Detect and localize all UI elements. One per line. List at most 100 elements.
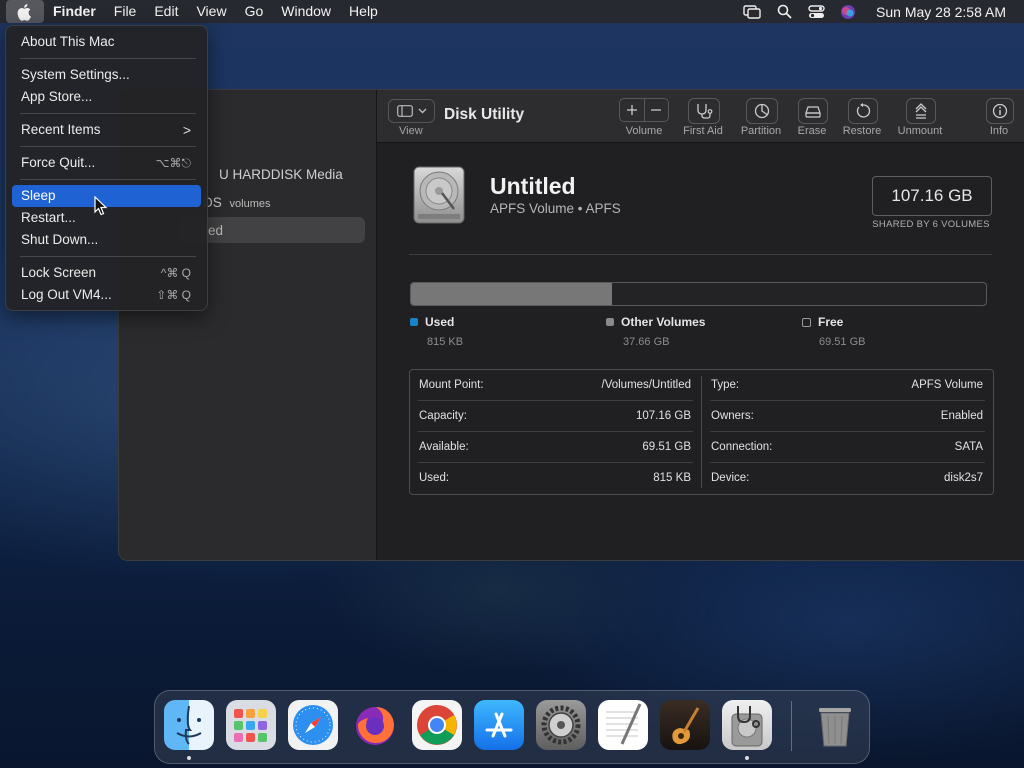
- info-row-divider: [710, 431, 985, 432]
- spotlight-search-icon[interactable]: [773, 4, 795, 20]
- menu-extras: Sun May 28 2:58 AM: [736, 0, 1024, 23]
- disk-utility-window: U HARDDISK Media DS volumes led View Dis…: [118, 89, 1024, 561]
- hard-drive-icon: [410, 165, 468, 225]
- volume-label[interactable]: Volume: [619, 125, 669, 137]
- menu-window[interactable]: Window: [272, 0, 340, 23]
- unmount-label[interactable]: Unmount: [890, 125, 950, 137]
- menu-help[interactable]: Help: [340, 0, 387, 23]
- control-center-icon[interactable]: [805, 4, 827, 20]
- menu-edit[interactable]: Edit: [145, 0, 187, 23]
- screen-mirroring-icon[interactable]: [741, 4, 763, 20]
- stethoscope-icon[interactable]: [688, 98, 720, 124]
- menu-separator: [20, 146, 196, 147]
- menu-item-label: System Settings...: [21, 67, 130, 82]
- menu-item-label: Shut Down...: [21, 232, 99, 247]
- sidebar-container-sub: volumes: [229, 198, 271, 210]
- menu-item-label: About This Mac: [21, 34, 115, 49]
- dock: [154, 690, 870, 764]
- unmount-icon[interactable]: [906, 98, 936, 124]
- info-row-divider: [418, 431, 693, 432]
- menu-item-about-this-mac[interactable]: About This Mac: [12, 31, 201, 53]
- legend-free-value: 69.51 GB: [819, 336, 866, 348]
- disk-utility-icon[interactable]: [722, 700, 772, 750]
- menu-item-shut-down[interactable]: Shut Down...: [12, 229, 201, 251]
- menu-bar: Finder File Edit View Go Window Help Sun…: [0, 0, 1024, 23]
- menu-file[interactable]: File: [105, 0, 146, 23]
- dock-separator: [791, 701, 792, 751]
- menu-item-label: App Store...: [21, 89, 93, 104]
- info-value-used: 815 KB: [653, 472, 691, 484]
- restore-arrow-icon[interactable]: [848, 98, 878, 124]
- chevron-down-icon: [418, 108, 426, 114]
- divider: [409, 254, 992, 255]
- safari-icon[interactable]: [288, 700, 338, 750]
- info-key-available: Available:: [419, 441, 469, 453]
- info-column-divider: [701, 376, 702, 488]
- info-key-capacity: Capacity:: [419, 410, 467, 422]
- info-value-owners: Enabled: [940, 410, 983, 422]
- first-aid-label[interactable]: First Aid: [675, 125, 731, 137]
- menu-item-shortcut: ⌥⌘⎋: [155, 156, 191, 170]
- menu-item-app-store[interactable]: App Store...: [12, 86, 201, 108]
- toolbar: View Disk Utility Volume First Aid Parti…: [377, 90, 1024, 143]
- launchpad-icon[interactable]: [226, 700, 276, 750]
- info-row-divider: [418, 462, 693, 463]
- menu-clock[interactable]: Sun May 28 2:58 AM: [876, 4, 1006, 20]
- partition-label[interactable]: Partition: [733, 125, 789, 137]
- info-row-divider: [710, 400, 985, 401]
- legend-used-label: Used: [425, 315, 455, 329]
- menu-item-lock-screen[interactable]: Lock Screen ^⌘ Q: [12, 262, 201, 284]
- sidebar-disk-item[interactable]: U HARDDISK Media: [219, 167, 343, 182]
- mouse-pointer-icon: [94, 195, 108, 216]
- sidebar-container-item[interactable]: DS volumes: [203, 195, 271, 210]
- legend-other-value: 37.66 GB: [623, 336, 670, 348]
- finder-icon[interactable]: [164, 700, 214, 750]
- erase-label[interactable]: Erase: [790, 125, 834, 137]
- apple-menu: About This Mac System Settings... App St…: [5, 25, 208, 311]
- info-label[interactable]: Info: [984, 125, 1014, 137]
- info-value-device: disk2s7: [944, 472, 983, 484]
- info-value-connection: SATA: [954, 441, 983, 453]
- restore-label[interactable]: Restore: [838, 125, 886, 137]
- menu-item-force-quit[interactable]: Force Quit... ⌥⌘⎋: [12, 152, 201, 174]
- menu-view[interactable]: View: [187, 0, 235, 23]
- partition-pie-icon[interactable]: [746, 98, 778, 124]
- menu-separator: [20, 58, 196, 59]
- volume-subtitle: APFS Volume • APFS: [490, 201, 621, 216]
- info-icon[interactable]: [986, 98, 1014, 124]
- menu-item-label: Lock Screen: [21, 265, 97, 280]
- info-key-owners: Owners:: [711, 410, 754, 422]
- legend-free-swatch: [802, 317, 811, 327]
- add-volume-icon[interactable]: [619, 98, 645, 122]
- menu-separator: [20, 113, 196, 114]
- menu-item-recent-items[interactable]: Recent Items >: [12, 119, 201, 141]
- info-row-divider: [710, 462, 985, 463]
- info-value-mount-point: /Volumes/Untitled: [601, 379, 692, 391]
- menu-item-shortcut: ⇧⌘ Q: [156, 288, 191, 302]
- chrome-icon[interactable]: [412, 700, 462, 750]
- system-settings-icon[interactable]: [536, 700, 586, 750]
- apple-logo-icon[interactable]: [6, 0, 44, 23]
- menu-item-label: Recent Items: [21, 122, 101, 137]
- menu-item-shortcut: ^⌘ Q: [160, 266, 191, 280]
- info-key-type: Type:: [711, 379, 740, 391]
- legend-other-label: Other Volumes: [621, 315, 706, 329]
- menu-item-system-settings[interactable]: System Settings...: [12, 64, 201, 86]
- trash-icon[interactable]: [810, 700, 860, 750]
- menu-go[interactable]: Go: [236, 0, 273, 23]
- menu-app-name[interactable]: Finder: [44, 0, 105, 23]
- erase-drive-icon[interactable]: [798, 98, 828, 124]
- menu-item-log-out[interactable]: Log Out VM4... ⇧⌘ Q: [12, 284, 201, 306]
- info-value-available: 69.51 GB: [642, 441, 691, 453]
- info-key-used: Used:: [419, 472, 450, 484]
- app-store-icon[interactable]: [474, 700, 524, 750]
- siri-icon[interactable]: [837, 4, 859, 20]
- view-button[interactable]: [388, 99, 435, 123]
- firefox-icon[interactable]: [350, 700, 400, 750]
- disk-utility-running-indicator: [745, 756, 749, 760]
- chevron-right-icon: >: [182, 122, 191, 138]
- garageband-icon[interactable]: [660, 700, 710, 750]
- remove-volume-icon[interactable]: [644, 98, 669, 122]
- textedit-icon[interactable]: [598, 700, 648, 750]
- legend-free-label: Free: [818, 315, 844, 329]
